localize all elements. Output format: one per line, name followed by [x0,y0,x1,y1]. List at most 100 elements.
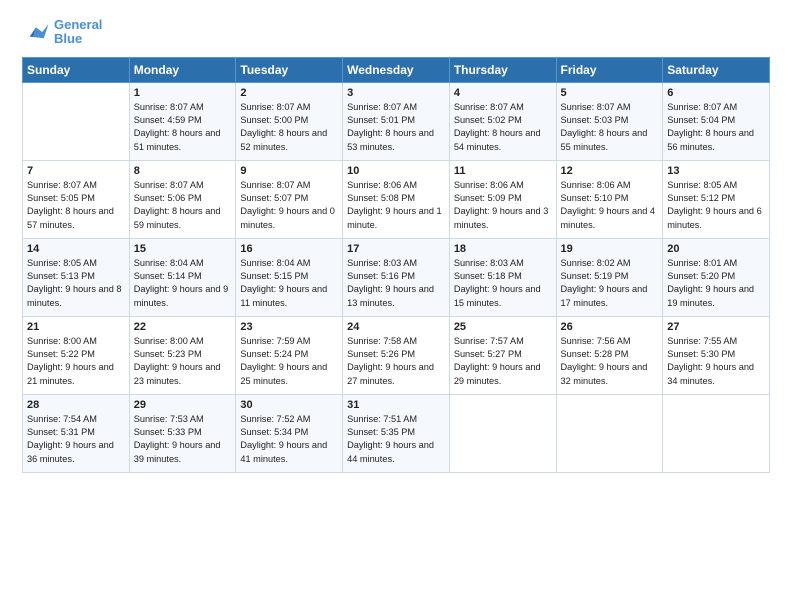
day-cell: 31 Sunrise: 7:51 AMSunset: 5:35 PMDayligh… [343,394,450,472]
day-number: 11 [454,165,552,177]
day-cell [663,394,770,472]
cell-info: Sunrise: 7:55 AMSunset: 5:30 PMDaylight:… [667,335,765,388]
cell-info: Sunrise: 8:05 AMSunset: 5:13 PMDaylight:… [27,257,125,310]
day-cell [556,394,663,472]
day-cell: 24 Sunrise: 7:58 AMSunset: 5:26 PMDayligh… [343,316,450,394]
week-row-3: 14 Sunrise: 8:05 AMSunset: 5:13 PMDayligh… [23,238,770,316]
day-number: 31 [347,399,445,411]
day-number: 1 [134,87,232,99]
day-cell: 22 Sunrise: 8:00 AMSunset: 5:23 PMDayligh… [129,316,236,394]
day-cell: 12 Sunrise: 8:06 AMSunset: 5:10 PMDayligh… [556,160,663,238]
day-cell: 28 Sunrise: 7:54 AMSunset: 5:31 PMDayligh… [23,394,130,472]
day-cell: 27Sunrise: 7:55 AMSunset: 5:30 PMDayligh… [663,316,770,394]
day-cell [23,82,130,160]
cell-info: Sunrise: 7:57 AMSunset: 5:27 PMDaylight:… [454,335,552,388]
cell-info: Sunrise: 8:01 AMSunset: 5:20 PMDaylight:… [667,257,765,310]
day-number: 6 [667,87,765,99]
day-number: 25 [454,321,552,333]
day-number: 29 [134,399,232,411]
day-cell [449,394,556,472]
day-number: 22 [134,321,232,333]
day-number: 9 [240,165,338,177]
header-saturday: Saturday [663,57,770,82]
day-number: 4 [454,87,552,99]
day-cell: 7 Sunrise: 8:07 AMSunset: 5:05 PMDaylight… [23,160,130,238]
header-wednesday: Wednesday [343,57,450,82]
cell-info: Sunrise: 8:00 AMSunset: 5:22 PMDaylight:… [27,335,125,388]
cell-info: Sunrise: 7:52 AMSunset: 5:34 PMDaylight:… [240,413,338,466]
header-thursday: Thursday [449,57,556,82]
day-cell: 23 Sunrise: 7:59 AMSunset: 5:24 PMDayligh… [236,316,343,394]
cell-info: Sunrise: 8:03 AMSunset: 5:16 PMDaylight:… [347,257,445,310]
cell-info: Sunrise: 8:07 AMSunset: 5:06 PMDaylight:… [134,179,232,232]
cell-info: Sunrise: 8:07 AMSunset: 5:04 PMDaylight:… [667,101,765,154]
cell-info: Sunrise: 7:51 AMSunset: 5:35 PMDaylight:… [347,413,445,466]
header-tuesday: Tuesday [236,57,343,82]
calendar-page: General Blue SundayMondayTuesdayWednesda… [0,0,792,612]
logo-icon [22,21,50,43]
day-number: 24 [347,321,445,333]
day-cell: 18 Sunrise: 8:03 AMSunset: 5:18 PMDayligh… [449,238,556,316]
day-cell: 4Sunrise: 8:07 AMSunset: 5:02 PMDaylight… [449,82,556,160]
day-cell: 9Sunrise: 8:07 AMSunset: 5:07 PMDaylight… [236,160,343,238]
cell-info: Sunrise: 8:06 AMSunset: 5:08 PMDaylight:… [347,179,445,232]
day-number: 14 [27,243,125,255]
cell-info: Sunrise: 7:54 AMSunset: 5:31 PMDaylight:… [27,413,125,466]
logo: General Blue [22,18,102,47]
day-cell: 19Sunrise: 8:02 AMSunset: 5:19 PMDayligh… [556,238,663,316]
week-row-1: 1 Sunrise: 8:07 AMSunset: 4:59 PMDaylight… [23,82,770,160]
week-row-5: 28 Sunrise: 7:54 AMSunset: 5:31 PMDayligh… [23,394,770,472]
day-cell: 15Sunrise: 8:04 AMSunset: 5:14 PMDayligh… [129,238,236,316]
cell-info: Sunrise: 8:02 AMSunset: 5:19 PMDaylight:… [561,257,659,310]
calendar-table: SundayMondayTuesdayWednesdayThursdayFrid… [22,57,770,473]
day-number: 20 [667,243,765,255]
cell-info: Sunrise: 7:59 AMSunset: 5:24 PMDaylight:… [240,335,338,388]
page-header: General Blue [22,18,770,47]
day-cell: 3 Sunrise: 8:07 AMSunset: 5:01 PMDaylight… [343,82,450,160]
cell-info: Sunrise: 8:06 AMSunset: 5:09 PMDaylight:… [454,179,552,232]
logo-text: General Blue [54,18,102,47]
cell-info: Sunrise: 8:03 AMSunset: 5:18 PMDaylight:… [454,257,552,310]
day-cell: 26Sunrise: 7:56 AMSunset: 5:28 PMDayligh… [556,316,663,394]
day-number: 16 [240,243,338,255]
header-monday: Monday [129,57,236,82]
cell-info: Sunrise: 8:00 AMSunset: 5:23 PMDaylight:… [134,335,232,388]
cell-info: Sunrise: 8:07 AMSunset: 4:59 PMDaylight:… [134,101,232,154]
day-number: 26 [561,321,659,333]
day-number: 7 [27,165,125,177]
day-cell: 2Sunrise: 8:07 AMSunset: 5:00 PMDaylight… [236,82,343,160]
day-cell: 20 Sunrise: 8:01 AMSunset: 5:20 PMDayligh… [663,238,770,316]
cell-info: Sunrise: 8:06 AMSunset: 5:10 PMDaylight:… [561,179,659,232]
day-cell: 17Sunrise: 8:03 AMSunset: 5:16 PMDayligh… [343,238,450,316]
cell-info: Sunrise: 7:58 AMSunset: 5:26 PMDaylight:… [347,335,445,388]
cell-info: Sunrise: 8:05 AMSunset: 5:12 PMDaylight:… [667,179,765,232]
day-cell: 14 Sunrise: 8:05 AMSunset: 5:13 PMDayligh… [23,238,130,316]
day-number: 30 [240,399,338,411]
day-number: 21 [27,321,125,333]
day-cell: 8 Sunrise: 8:07 AMSunset: 5:06 PMDaylight… [129,160,236,238]
day-number: 8 [134,165,232,177]
day-cell: 13 Sunrise: 8:05 AMSunset: 5:12 PMDayligh… [663,160,770,238]
day-number: 18 [454,243,552,255]
week-row-2: 7 Sunrise: 8:07 AMSunset: 5:05 PMDaylight… [23,160,770,238]
week-row-4: 21 Sunrise: 8:00 AMSunset: 5:22 PMDayligh… [23,316,770,394]
cell-info: Sunrise: 8:07 AMSunset: 5:01 PMDaylight:… [347,101,445,154]
cell-info: Sunrise: 8:07 AMSunset: 5:05 PMDaylight:… [27,179,125,232]
day-cell: 1 Sunrise: 8:07 AMSunset: 4:59 PMDaylight… [129,82,236,160]
day-cell: 11 Sunrise: 8:06 AMSunset: 5:09 PMDayligh… [449,160,556,238]
day-number: 3 [347,87,445,99]
header-row: SundayMondayTuesdayWednesdayThursdayFrid… [23,57,770,82]
day-cell: 16Sunrise: 8:04 AMSunset: 5:15 PMDayligh… [236,238,343,316]
day-cell: 25 Sunrise: 7:57 AMSunset: 5:27 PMDayligh… [449,316,556,394]
day-number: 13 [667,165,765,177]
day-cell: 21 Sunrise: 8:00 AMSunset: 5:22 PMDayligh… [23,316,130,394]
cell-info: Sunrise: 7:53 AMSunset: 5:33 PMDaylight:… [134,413,232,466]
day-number: 2 [240,87,338,99]
header-friday: Friday [556,57,663,82]
cell-info: Sunrise: 8:07 AMSunset: 5:03 PMDaylight:… [561,101,659,154]
day-number: 15 [134,243,232,255]
day-number: 12 [561,165,659,177]
day-number: 10 [347,165,445,177]
day-number: 28 [27,399,125,411]
day-number: 23 [240,321,338,333]
